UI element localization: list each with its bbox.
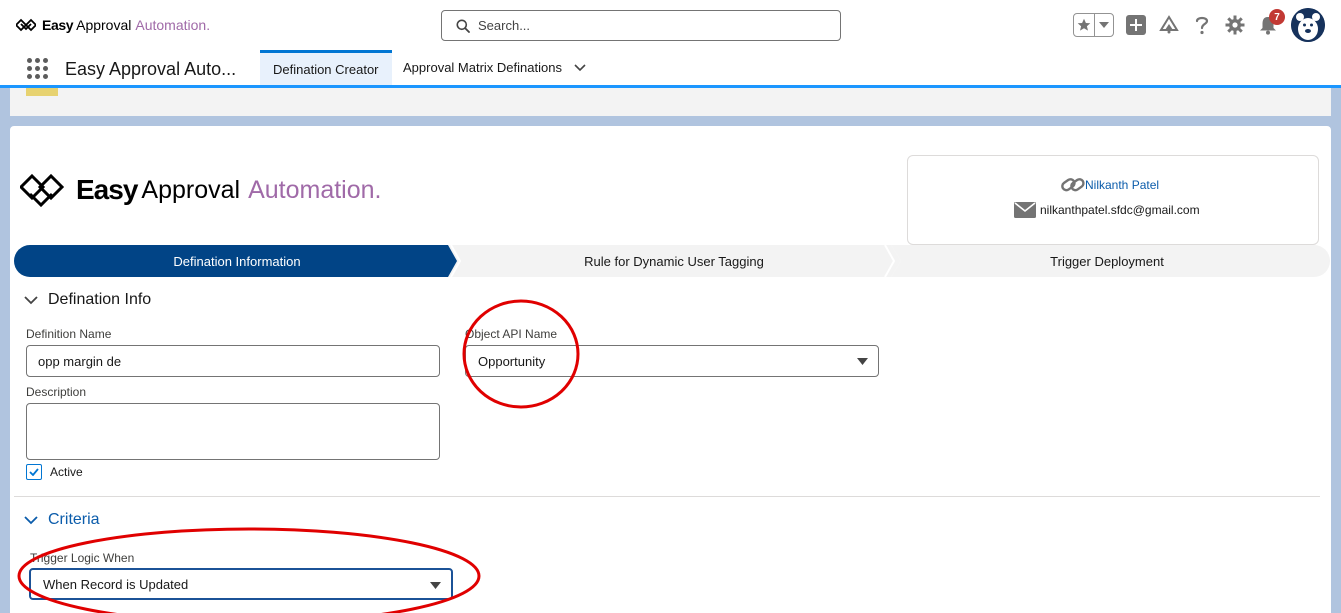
checkmark-icon: [29, 468, 39, 476]
path-step-label: Defination Information: [173, 253, 301, 269]
author-email-row: nilkanthpatel.sfdc@gmail.com: [1014, 202, 1200, 218]
header-actions: 7: [1073, 8, 1325, 42]
path-step-rule-dynamic-user-tagging[interactable]: Rule for Dynamic User Tagging: [454, 245, 894, 277]
app-navigation-bar: Easy Approval Auto... Defination Creator…: [0, 50, 1341, 88]
section-title: Criteria: [48, 511, 100, 528]
progress-path: Defination Information Rule for Dynamic …: [14, 245, 1330, 277]
section-header-criteria[interactable]: Criteria: [24, 511, 100, 529]
trigger-logic-label: Trigger Logic When: [30, 551, 135, 565]
logo-word-approval: Approval: [141, 175, 241, 204]
description-label: Description: [26, 385, 87, 399]
path-step-trigger-deployment[interactable]: Trigger Deployment: [894, 245, 1320, 277]
logo-mark-icon: [16, 18, 36, 32]
path-step-label: Rule for Dynamic User Tagging: [584, 253, 764, 269]
dropdown-arrow-icon: [430, 582, 441, 589]
logo-mark-icon: [20, 173, 64, 208]
section-header-defination-info[interactable]: Defination Info: [24, 291, 151, 309]
trailhead-icon[interactable]: [1159, 15, 1179, 35]
logo-word-approval: Approval: [76, 17, 132, 33]
tab-approval-matrix-definations[interactable]: Approval Matrix Definations: [403, 50, 586, 85]
global-search[interactable]: [441, 10, 841, 41]
logo-word-easy: Easy: [76, 174, 138, 205]
app-logo: Easy Approval Automation.: [20, 170, 382, 210]
active-checkbox[interactable]: [26, 464, 42, 480]
object-api-name-value: Opportunity: [478, 353, 546, 369]
app-name: Easy Approval Auto...: [65, 59, 237, 79]
definition-name-input[interactable]: opp margin de: [26, 345, 440, 377]
notice-accent: [26, 88, 58, 96]
logo-word-automation: Automation.: [248, 175, 382, 204]
search-icon: [456, 19, 470, 33]
dropdown-arrow-icon: [857, 358, 868, 365]
tab-label: Defination Creator: [273, 61, 379, 77]
author-email: nilkanthpatel.sfdc@gmail.com: [1040, 203, 1200, 217]
avatar[interactable]: [1291, 8, 1325, 42]
author-name-link[interactable]: Nilkanth Patel: [1085, 178, 1159, 192]
link-icon: [1061, 178, 1085, 192]
notice-strip: [10, 88, 1331, 116]
trigger-logic-value: When Record is Updated: [43, 576, 189, 592]
favorites-group: [1073, 13, 1114, 37]
setup-gear-icon[interactable]: [1225, 15, 1245, 35]
logo-word-automation: Automation.: [135, 17, 211, 33]
favorites-star-icon[interactable]: [1074, 14, 1096, 36]
section-title: Defination Info: [48, 291, 152, 308]
logo-word-easy: Easy: [42, 17, 74, 33]
notification-count-badge: 7: [1269, 9, 1285, 25]
definition-name-label: Definition Name: [26, 327, 112, 341]
chevron-down-icon[interactable]: [574, 63, 586, 72]
email-icon: [1014, 202, 1036, 218]
path-step-defination-information[interactable]: Defination Information: [14, 245, 460, 277]
author-info-box: Nilkanth Patel nilkanthpatel.sfdc@gmail.…: [907, 155, 1319, 245]
chevron-down-icon: [24, 515, 38, 524]
trigger-logic-select[interactable]: When Record is Updated: [29, 568, 453, 600]
app-launcher-icon[interactable]: [27, 58, 48, 79]
active-label: Active: [50, 465, 83, 479]
tab-label: Approval Matrix Definations: [403, 60, 562, 75]
favorites-dropdown-icon[interactable]: [1095, 14, 1113, 36]
path-step-label: Trigger Deployment: [1050, 253, 1164, 269]
global-header: Easy Approval Automation. Search... 7: [0, 0, 1341, 50]
description-textarea[interactable]: [26, 403, 440, 460]
author-name-row: Nilkanth Patel: [1061, 176, 1159, 194]
object-api-name-label: Object API Name: [465, 327, 558, 341]
tab-defination-creator[interactable]: Defination Creator: [260, 50, 392, 85]
definition-card: Easy Approval Automation. Nilkanth Patel…: [10, 126, 1331, 613]
object-api-name-select[interactable]: Opportunity: [465, 345, 879, 377]
help-icon[interactable]: [1192, 15, 1212, 35]
section-divider: [14, 496, 1320, 497]
add-icon[interactable]: [1126, 15, 1146, 35]
notifications-bell-icon[interactable]: 7: [1258, 9, 1285, 35]
search-input[interactable]: [478, 15, 828, 36]
chevron-down-icon: [24, 295, 38, 304]
header-logo[interactable]: Easy Approval Automation.: [16, 14, 210, 36]
